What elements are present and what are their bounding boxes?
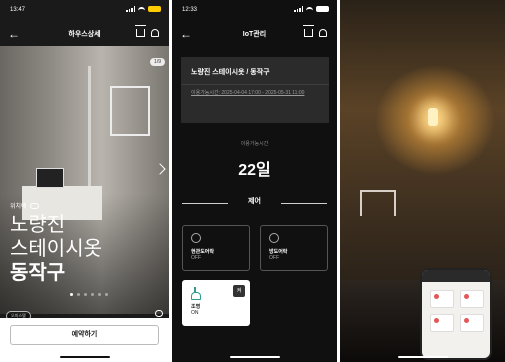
signal-icon bbox=[126, 6, 135, 12]
light-tile[interactable]: 켜 조명 ON bbox=[182, 280, 250, 326]
home-indicator bbox=[397, 356, 448, 358]
carousel-dots bbox=[70, 293, 108, 296]
lamp-icon bbox=[191, 287, 201, 300]
control-name: 방도어락 bbox=[269, 249, 288, 255]
carousel-dot[interactable] bbox=[77, 293, 80, 296]
home-icon[interactable] bbox=[304, 29, 313, 37]
remaining-time-label: 이용가능시간 bbox=[240, 141, 269, 147]
location-tag-label: 위치에 bbox=[10, 204, 27, 210]
home-indicator bbox=[229, 356, 280, 358]
wifi-icon bbox=[306, 6, 313, 12]
phone-tile bbox=[430, 314, 454, 332]
door-lock-icon bbox=[191, 233, 201, 243]
control-name: 현관도어락 bbox=[191, 249, 215, 255]
house-title-line-2: 스테이시옷 bbox=[10, 238, 102, 260]
signal-icon bbox=[294, 6, 303, 12]
system-icons bbox=[294, 6, 329, 12]
house-detail-screen: 13:47 ← 하우스상세 1/9 위치에 노량진 스테이시옷 동작구 오피스텔… bbox=[0, 0, 169, 362]
status-time: 12:33 bbox=[182, 7, 198, 13]
shelf bbox=[110, 86, 150, 136]
phone-tile bbox=[460, 290, 484, 308]
nav-icons bbox=[304, 29, 327, 37]
lit-room-photo bbox=[340, 0, 505, 362]
nav-bar: ← 하우스상세 bbox=[0, 25, 169, 47]
battery-icon bbox=[316, 6, 329, 12]
reserve-button[interactable]: 예약하기 bbox=[10, 325, 159, 345]
front-door-lock-tile[interactable]: 현관도어락 OFF bbox=[182, 225, 250, 271]
status-time: 13:47 bbox=[10, 7, 26, 13]
control-state: OFF bbox=[191, 255, 201, 261]
remaining-time-value: 22일 bbox=[238, 162, 271, 179]
iot-management-screen: 12:33 ← IoT관리 노량진 스테이시옷 / 동작구 이용가능시간: 20… bbox=[172, 0, 337, 362]
control-name: 조명 bbox=[191, 304, 201, 310]
room-door-lock-tile[interactable]: 방도어락 OFF bbox=[260, 225, 328, 271]
nav-icons bbox=[136, 29, 159, 37]
house-title-line-3: 동작구 bbox=[10, 262, 66, 284]
light-switch-button[interactable]: 켜 bbox=[233, 285, 245, 297]
home-indicator bbox=[59, 356, 110, 358]
system-icons bbox=[126, 6, 161, 12]
room-photo bbox=[340, 0, 505, 362]
location-tag: 위치에 bbox=[10, 201, 39, 210]
home-icon[interactable] bbox=[136, 29, 145, 37]
control-section-title: 제어 bbox=[248, 198, 261, 205]
wifi-icon bbox=[138, 6, 145, 12]
status-bar: 13:47 bbox=[0, 0, 169, 20]
carousel-dot[interactable] bbox=[105, 293, 108, 296]
carousel-dot[interactable] bbox=[91, 293, 94, 296]
carousel-dot[interactable] bbox=[98, 293, 101, 296]
phone-in-hand bbox=[420, 268, 492, 360]
divider bbox=[281, 203, 327, 204]
chair bbox=[360, 190, 396, 216]
reservation-card: 노량진 스테이시옷 / 동작구 이용가능시간: 2025-04-04 17:00… bbox=[181, 57, 329, 123]
phone-tile bbox=[460, 314, 484, 332]
tag-badge-icon bbox=[29, 202, 39, 209]
carousel-dot[interactable] bbox=[84, 293, 87, 296]
carousel-dot[interactable] bbox=[70, 293, 73, 296]
battery-icon bbox=[148, 6, 161, 12]
monitor bbox=[36, 168, 64, 188]
bell-icon[interactable] bbox=[319, 29, 327, 37]
lamp-light bbox=[428, 108, 438, 126]
phone-header bbox=[422, 270, 490, 282]
usage-period[interactable]: 이용가능시간: 2025-04-04 17:00 - 2025-05-31 11… bbox=[191, 89, 319, 98]
status-bar: 12:33 bbox=[172, 0, 337, 20]
bell-icon[interactable] bbox=[151, 29, 159, 37]
house-title-line-1: 노량진 bbox=[10, 214, 66, 236]
divider bbox=[181, 84, 329, 85]
nav-bar: ← IoT관리 bbox=[172, 25, 337, 47]
phone-tile bbox=[430, 290, 454, 308]
control-state: ON bbox=[191, 310, 199, 316]
control-state: OFF bbox=[269, 255, 279, 261]
house-address: 노량진 스테이시옷 / 동작구 bbox=[191, 69, 270, 76]
door-lock-icon bbox=[269, 233, 279, 243]
photo-counter: 1/9 bbox=[150, 58, 165, 66]
heart-icon[interactable] bbox=[155, 310, 163, 317]
